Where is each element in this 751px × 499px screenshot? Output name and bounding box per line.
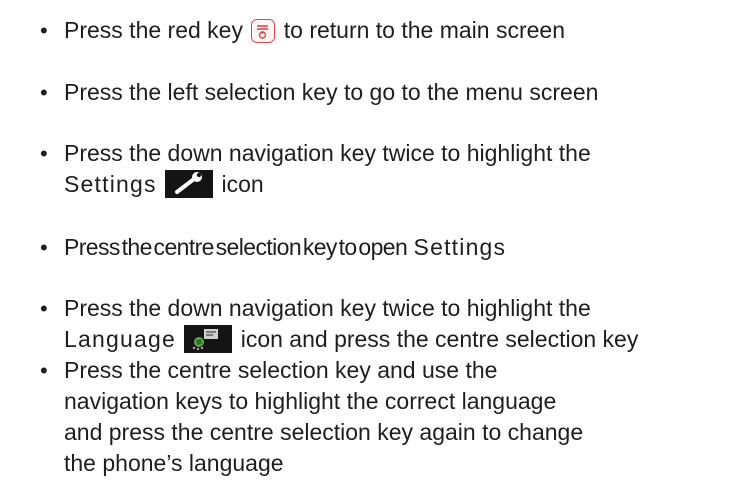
- bullet: •: [40, 296, 48, 321]
- settings-label: Settings: [64, 171, 157, 197]
- red-end-call-key-icon: [251, 19, 276, 43]
- step-line: the phone’s language: [64, 450, 284, 476]
- step-text: Press the left selection key to go to th…: [64, 79, 599, 105]
- bullet: •: [40, 358, 48, 383]
- step-text: Press the down navigation key twice to h…: [64, 293, 751, 355]
- bullet: •: [40, 141, 48, 166]
- bullet: •: [40, 80, 48, 105]
- step-text: Press the down navigation key twice to h…: [64, 138, 751, 200]
- step-line: Press the centre selection key and use t…: [64, 357, 498, 383]
- step-line: Press the down navigation key twice to h…: [64, 295, 591, 321]
- step-line: Settings icon: [64, 169, 751, 200]
- bullet: •: [40, 235, 48, 260]
- wrench-settings-icon: [165, 170, 214, 198]
- step-text: Press the red key to return to the main …: [64, 15, 751, 46]
- language-label: Language: [64, 326, 176, 352]
- bullet: •: [40, 18, 48, 43]
- step-text-part: icon: [221, 171, 264, 197]
- step-text: Press the centre selection key to open S…: [64, 232, 751, 263]
- language-settings-icon: [184, 325, 233, 353]
- step-text-part: to return to the main screen: [283, 17, 566, 43]
- step-text-part: Press the red key: [64, 17, 243, 43]
- step-line: navigation keys to highlight the correct…: [64, 388, 557, 414]
- settings-label: Settings: [413, 234, 507, 260]
- step-text: Press the centre selection key and use t…: [64, 355, 751, 479]
- step-text-part: icon and press the centre selection key: [240, 326, 639, 352]
- step-line: Language icon and press the centre selec…: [64, 324, 751, 355]
- step-text-part: Press the centre selection key to open: [64, 234, 408, 260]
- step-line: Press the down navigation key twice to h…: [64, 140, 591, 166]
- step-line: and press the centre selection key again…: [64, 419, 584, 445]
